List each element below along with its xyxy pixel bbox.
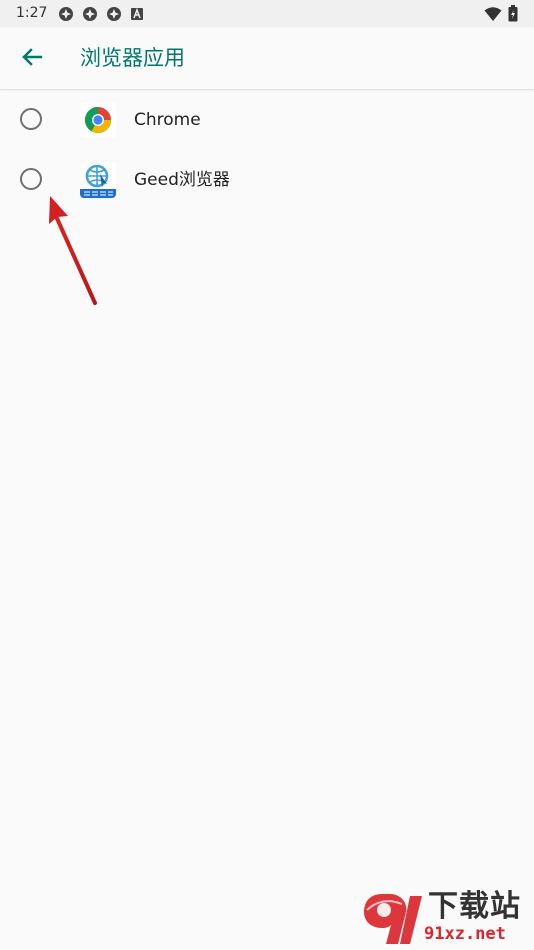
notification-app-icon: [106, 6, 122, 26]
app-bar: 浏览器应用: [0, 27, 534, 90]
watermark-91-icon: [364, 894, 422, 944]
status-bar: 1:27: [0, 0, 534, 27]
back-button[interactable]: [14, 41, 50, 77]
watermark-logo: 下载站 91xz.net: [362, 890, 532, 948]
browser-label: Chrome: [134, 110, 201, 130]
notification-app-icon: [58, 6, 74, 26]
arrow-left-icon: [21, 46, 43, 72]
status-system-icons: [484, 5, 518, 26]
screen: 1:27 浏览器应用 Chrome Geed浏览器 下载站 91xz.net: [0, 0, 534, 950]
radio-button[interactable]: [20, 168, 42, 190]
status-time: 1:27: [16, 5, 48, 21]
watermark-title: 下载站: [428, 889, 521, 924]
status-notification-icons: [58, 6, 144, 26]
text-a-icon: [130, 7, 144, 25]
chrome-icon: [80, 102, 116, 138]
annotation-arrow: [49, 196, 97, 305]
browser-label: Geed浏览器: [134, 170, 230, 190]
page-title: 浏览器应用: [80, 46, 185, 70]
radio-button[interactable]: [20, 108, 42, 130]
watermark-domain: 91xz.net: [424, 924, 506, 944]
wifi-icon: [484, 6, 502, 26]
notification-app-icon: [82, 6, 98, 26]
browser-option-chrome[interactable]: Chrome: [0, 90, 534, 150]
battery-icon: [508, 5, 518, 26]
